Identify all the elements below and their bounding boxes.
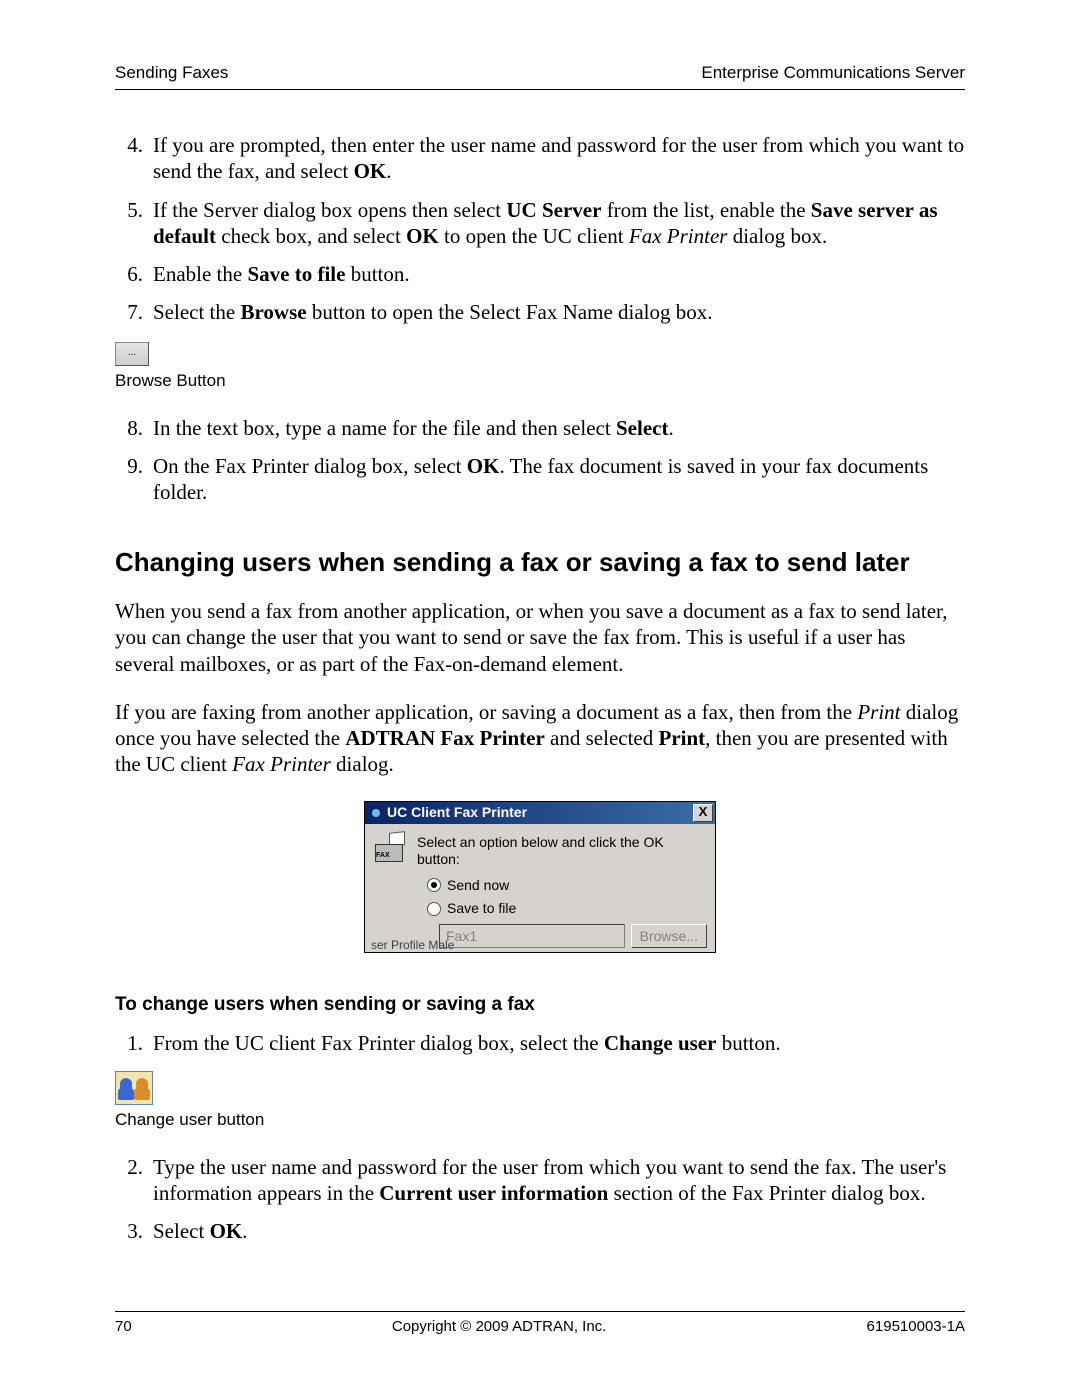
steps-group-b: 8. In the text box, type a name for the … <box>115 415 965 506</box>
step-5: 5. If the Server dialog box opens then s… <box>115 197 965 250</box>
step-7: 7. Select the Browse button to open the … <box>115 299 965 325</box>
change-user-icon <box>115 1071 153 1105</box>
subsection-heading: To change users when sending or saving a… <box>115 993 965 1017</box>
dialog-truncated-row: ser Profile Male <box>365 938 715 952</box>
browse-button-figure: ... Browse Button <box>115 342 965 391</box>
dialog-figure: UC Client Fax Printer X FAX Select an op… <box>115 800 965 953</box>
header-left: Sending Faxes <box>115 63 228 83</box>
steps-group-c: 1. From the UC client Fax Printer dialog… <box>115 1030 965 1056</box>
step-8: 8. In the text box, type a name for the … <box>115 415 965 441</box>
footer-copyright: Copyright © 2009 ADTRAN, Inc. <box>392 1318 606 1335</box>
footer-doc-number: 619510003-1A <box>867 1318 965 1335</box>
document-page: Sending Faxes Enterprise Communications … <box>0 0 1080 1397</box>
steps-group-c2: 2. Type the user name and password for t… <box>115 1154 965 1245</box>
option-save-to-file[interactable]: Save to file <box>427 900 707 918</box>
page-header: Sending Faxes Enterprise Communications … <box>115 63 965 90</box>
change-user-figure: Change user button <box>115 1071 965 1130</box>
browse-button-icon: ... <box>115 342 149 366</box>
step-9: 9. On the Fax Printer dialog box, select… <box>115 453 965 506</box>
step-c2: 2. Type the user name and password for t… <box>115 1154 965 1207</box>
radio-save-to-file[interactable] <box>427 902 441 916</box>
close-button[interactable]: X <box>693 804 713 822</box>
footer-page-number: 70 <box>115 1318 132 1335</box>
change-user-caption: Change user button <box>115 1109 965 1130</box>
step-c1: 1. From the UC client Fax Printer dialog… <box>115 1030 965 1056</box>
step-4: 4. If you are prompted, then enter the u… <box>115 132 965 185</box>
uc-client-fax-printer-dialog: UC Client Fax Printer X FAX Select an op… <box>364 801 716 953</box>
section-heading: Changing users when sending a fax or sav… <box>115 546 965 579</box>
dialog-title: UC Client Fax Printer <box>387 804 693 822</box>
paragraph-1: When you send a fax from another applica… <box>115 598 965 677</box>
step-c3: 3. Select OK. <box>115 1218 965 1244</box>
radio-send-now[interactable] <box>427 878 441 892</box>
steps-group-a: 4. If you are prompted, then enter the u… <box>115 132 965 326</box>
dialog-titlebar: UC Client Fax Printer X <box>365 802 715 824</box>
browse-button-caption: Browse Button <box>115 370 965 391</box>
app-icon <box>369 806 383 820</box>
page-footer: 70 Copyright © 2009 ADTRAN, Inc. 6195100… <box>115 1311 965 1335</box>
dialog-prompt: Select an option below and click the OK … <box>417 834 707 869</box>
header-right: Enterprise Communications Server <box>701 63 965 83</box>
body: 4. If you are prompted, then enter the u… <box>115 132 965 1245</box>
option-send-now[interactable]: Send now <box>427 877 707 895</box>
paragraph-2: If you are faxing from another applicati… <box>115 699 965 778</box>
step-6: 6. Enable the Save to file button. <box>115 261 965 287</box>
dialog-content: Select an option below and click the OK … <box>365 824 715 952</box>
